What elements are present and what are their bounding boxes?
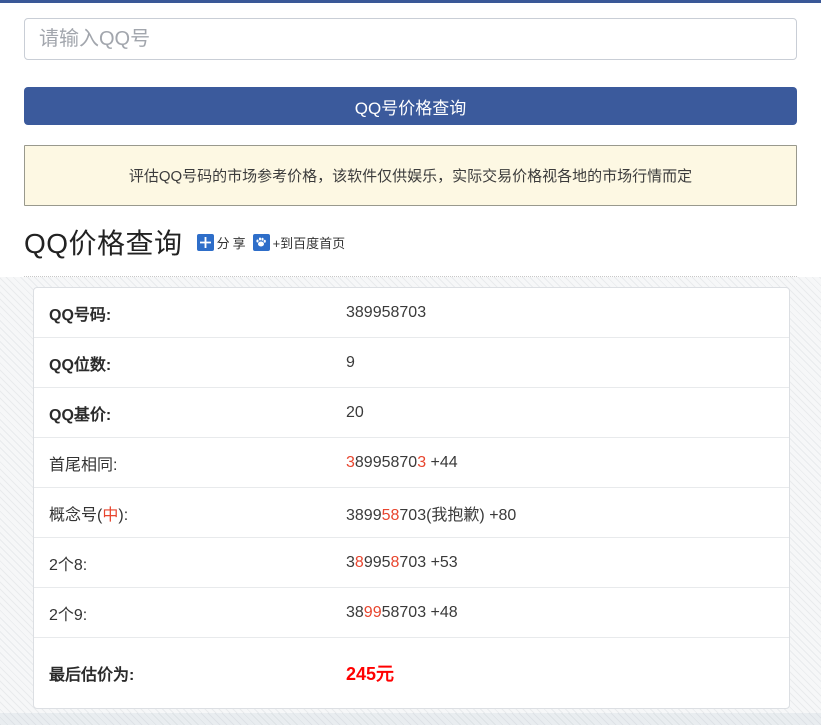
table-row: 概念号(中):389958703(我抱歉) +80 <box>34 488 789 538</box>
row-value: 389958703(我抱歉) +80 <box>346 501 789 525</box>
row-label: QQ位数: <box>34 351 346 375</box>
price-query-button[interactable]: QQ号价格查询 <box>24 87 797 125</box>
row-value: 9 <box>346 354 789 372</box>
table-row: 首尾相同:389958703 +44 <box>34 438 789 488</box>
query-panel: QQ号价格查询 评估QQ号码的市场参考价格，该软件仅供娱乐，实际交易价格视各地的… <box>0 18 821 277</box>
page-title: QQ价格查询 <box>24 222 183 262</box>
table-row: QQ位数:9 <box>34 338 789 388</box>
baidu-home-label: +到百度首页 <box>273 233 346 252</box>
result-section: QQ号码:389958703QQ位数:9QQ基价:20首尾相同:38995870… <box>0 277 821 717</box>
row-label: 2个9: <box>34 601 346 625</box>
share-label: 分享 <box>217 233 249 252</box>
disclaimer-notice: 评估QQ号码的市场参考价格，该软件仅供娱乐，实际交易价格视各地的市场行情而定 <box>24 145 797 206</box>
baidu-home-link[interactable]: +到百度首页 <box>253 233 346 252</box>
footer-strip <box>0 713 821 725</box>
row-label: QQ号码: <box>34 301 346 325</box>
row-value: 389958703 +48 <box>346 604 789 622</box>
table-row: 2个8:389958703 +53 <box>34 538 789 588</box>
result-table: QQ号码:389958703QQ位数:9QQ基价:20首尾相同:38995870… <box>33 287 790 709</box>
baidu-paw-icon[interactable] <box>253 234 270 251</box>
table-row: 2个9:389958703 +48 <box>34 588 789 638</box>
page-header: QQ价格查询 分享 +到百度首页 <box>24 222 797 277</box>
row-label: 最后估价为: <box>34 661 346 685</box>
row-label: QQ基价: <box>34 401 346 425</box>
row-label: 概念号(中): <box>34 501 346 525</box>
row-label: 首尾相同: <box>34 451 346 475</box>
top-accent-bar <box>0 0 821 3</box>
row-value: 389958703 +53 <box>346 554 789 572</box>
table-row: QQ基价:20 <box>34 388 789 438</box>
share-widget: 分享 +到百度首页 <box>197 233 346 252</box>
table-row: QQ号码:389958703 <box>34 288 789 338</box>
row-value: 389958703 <box>346 304 789 322</box>
baidu-share-icon[interactable] <box>197 234 214 251</box>
row-value: 389958703 +44 <box>346 454 789 472</box>
table-row: 最后估价为:245元 <box>34 638 789 708</box>
qq-number-input[interactable] <box>24 18 797 60</box>
share-link[interactable]: 分享 <box>197 233 249 252</box>
row-value: 245元 <box>346 660 789 686</box>
row-value: 20 <box>346 404 789 422</box>
row-label: 2个8: <box>34 551 346 575</box>
